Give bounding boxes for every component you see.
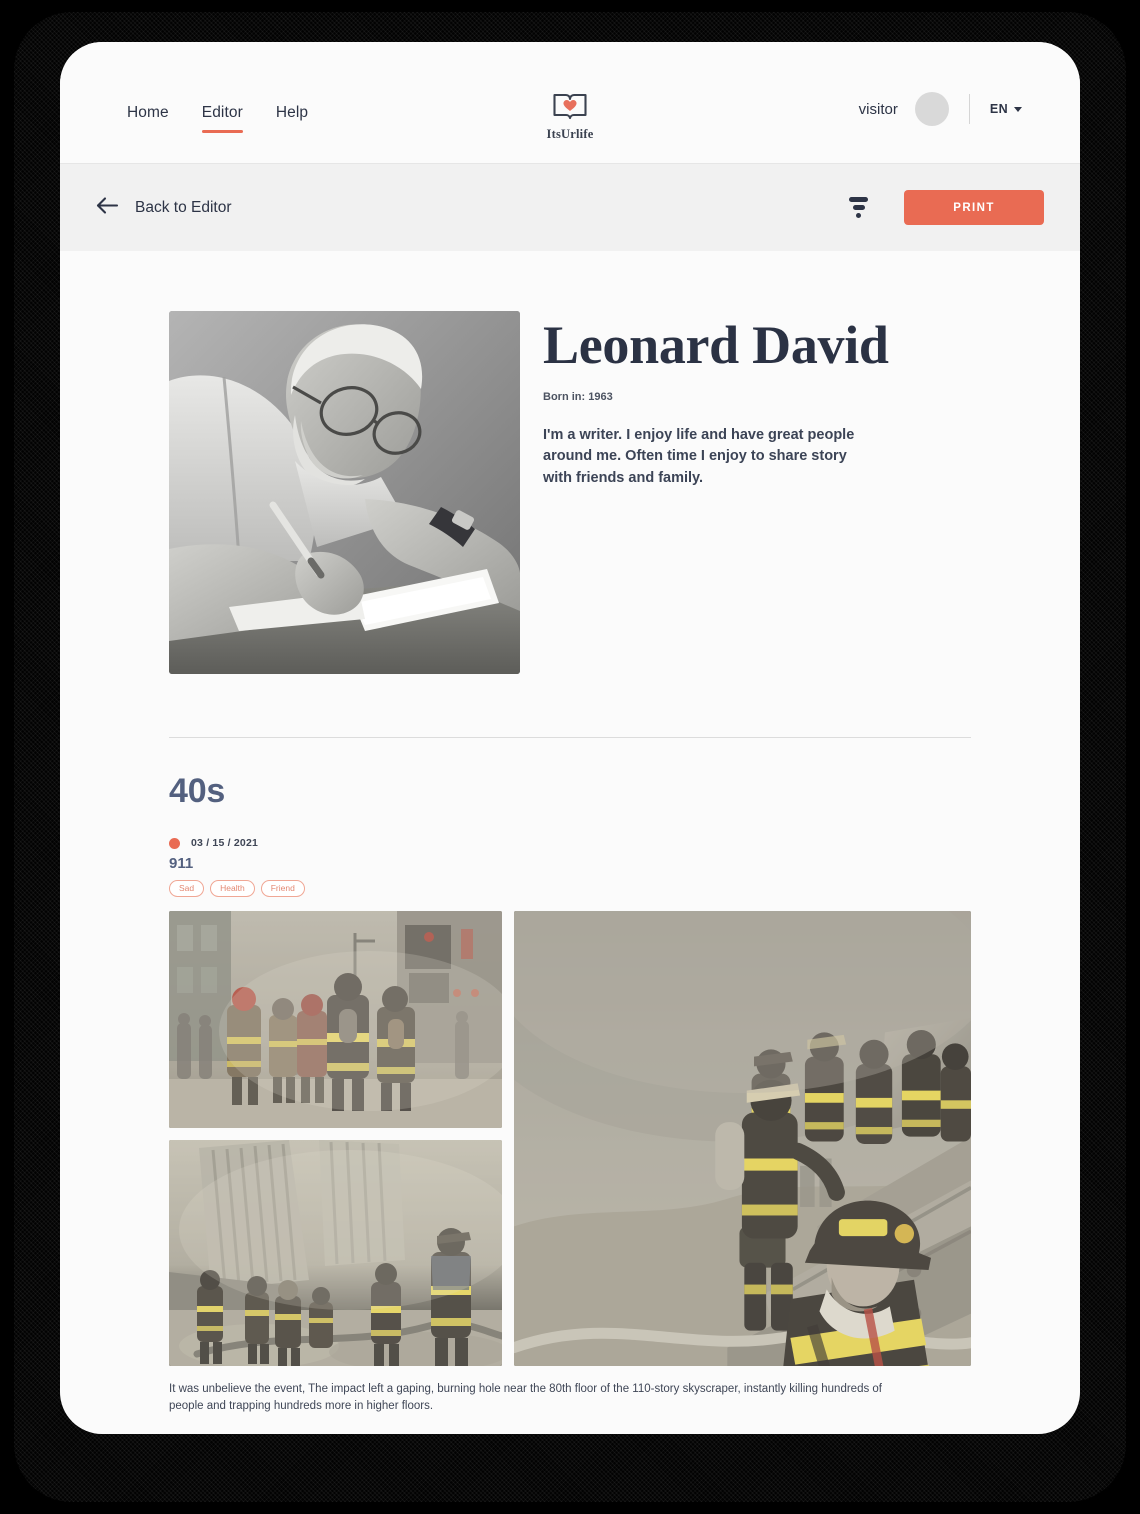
entry-date: 03 / 15 / 2021: [191, 837, 259, 849]
main-nav: Home Editor Help: [127, 104, 308, 133]
profile-info: Leonard David Born in: 1963 I'm a writer…: [543, 311, 971, 674]
profile-bio: I'm a writer. I enjoy life and have grea…: [543, 426, 855, 486]
filter-icon[interactable]: [849, 197, 868, 218]
tag-sad[interactable]: Sad: [169, 880, 205, 897]
entry-photo-3[interactable]: [514, 911, 971, 1366]
avatar[interactable]: [914, 92, 949, 126]
entry-meta: 03 / 15 / 2021: [169, 837, 971, 849]
nav-item-editor[interactable]: Editor: [201, 104, 243, 133]
filter-bar-middle: [852, 205, 865, 210]
account-area: visitor EN: [859, 92, 1022, 126]
entry-title: 911: [169, 855, 194, 872]
entry-dot-icon: [169, 837, 180, 849]
arrow-left-icon: [96, 196, 119, 220]
action-toolbar: Back to Editor PRINT: [60, 164, 1080, 251]
language-selector-label: EN: [989, 102, 1008, 116]
gallery-column-left: [169, 911, 502, 1366]
account-divider: [968, 94, 970, 124]
birth-year: Born in: 1963: [543, 390, 613, 403]
brand-name: ItsUrlife: [546, 127, 594, 141]
nav-item-help[interactable]: Help: [276, 104, 308, 133]
profile-header: Leonard David Born in: 1963 I'm a writer…: [169, 251, 971, 674]
entry-photo-2[interactable]: [169, 1140, 502, 1366]
nav-item-home-label: Home: [127, 104, 169, 121]
timeline-entry: 03 / 15 / 2021 911 Sad Health Friend It …: [169, 837, 971, 1416]
section-divider: [169, 737, 971, 738]
nav-item-home[interactable]: Home: [127, 104, 169, 133]
page-title: Leonard David: [543, 315, 889, 375]
filter-bar-bottom: [855, 213, 862, 218]
page-content: Leonard David Born in: 1963 I'm a writer…: [60, 251, 1080, 1416]
entry-caption: It was unbelieve the event, The impact l…: [169, 1383, 882, 1413]
book-heart-icon: [495, 90, 645, 125]
entry-tags: Sad Health Friend: [169, 880, 971, 897]
entry-photo-1[interactable]: [169, 911, 502, 1128]
top-navigation-bar: Home Editor Help ItsUrlife visitor EN: [60, 42, 1080, 164]
app-card: Home Editor Help ItsUrlife visitor EN Ba…: [60, 42, 1080, 1434]
language-selector[interactable]: EN: [990, 102, 1022, 116]
chevron-down-icon: [1014, 106, 1022, 112]
nav-item-editor-label: Editor: [201, 104, 243, 121]
nav-item-help-label: Help: [275, 104, 309, 121]
decade-heading: 40s: [169, 772, 226, 810]
device-frame: Home Editor Help ItsUrlife visitor EN Ba…: [0, 0, 1140, 1514]
gallery-column-right: [514, 911, 971, 1366]
toolbar-actions: PRINT: [849, 190, 1044, 225]
entry-photo-gallery: [169, 911, 971, 1366]
back-to-editor-button[interactable]: Back to Editor: [96, 196, 232, 220]
back-to-editor-label: Back to Editor: [135, 198, 232, 216]
brand-logo[interactable]: ItsUrlife: [495, 90, 645, 142]
portrait-illustration: [169, 311, 520, 674]
tag-friend[interactable]: Friend: [260, 880, 305, 897]
tag-health[interactable]: Health: [210, 880, 255, 897]
profile-portrait: [169, 311, 520, 674]
filter-bar-top: [849, 197, 868, 202]
account-username: visitor: [858, 100, 898, 118]
print-button[interactable]: PRINT: [904, 190, 1044, 225]
